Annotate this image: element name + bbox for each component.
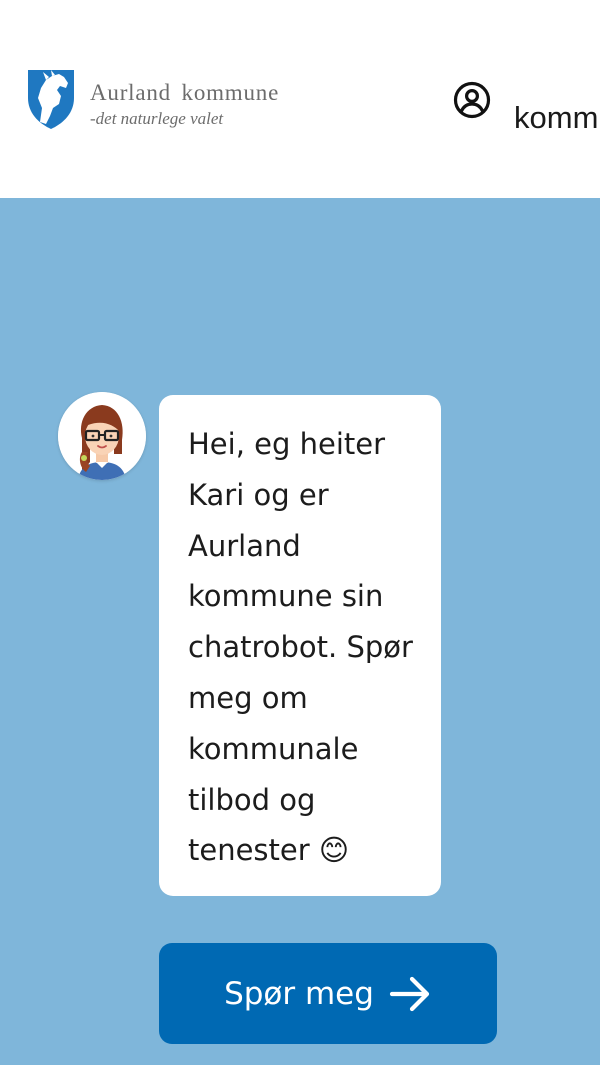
ask-me-button[interactable]: Spør meg <box>159 943 497 1044</box>
site-header: Aurland kommune -det naturlege valet kom… <box>0 0 600 198</box>
logo-link[interactable]: Aurland kommune -det naturlege valet <box>26 68 326 132</box>
coat-of-arms-icon <box>28 70 74 129</box>
arrow-right-icon <box>389 976 430 1011</box>
brand-name: Aurland kommune <box>90 80 280 105</box>
brand-tagline: -det naturlege valet <box>90 109 224 128</box>
chat-message-text: Hei, eg heiter Kari og er Aurland kommun… <box>188 427 413 868</box>
chatbot-avatar <box>58 392 146 480</box>
chat-message-bubble: Hei, eg heiter Kari og er Aurland kommun… <box>159 395 441 896</box>
chatbot-avatar-icon <box>58 392 146 480</box>
ask-me-button-label: Spør meg <box>224 975 374 1012</box>
user-circle-icon[interactable] <box>452 80 492 120</box>
nav-link-kommune[interactable]: kommune <box>514 100 600 136</box>
